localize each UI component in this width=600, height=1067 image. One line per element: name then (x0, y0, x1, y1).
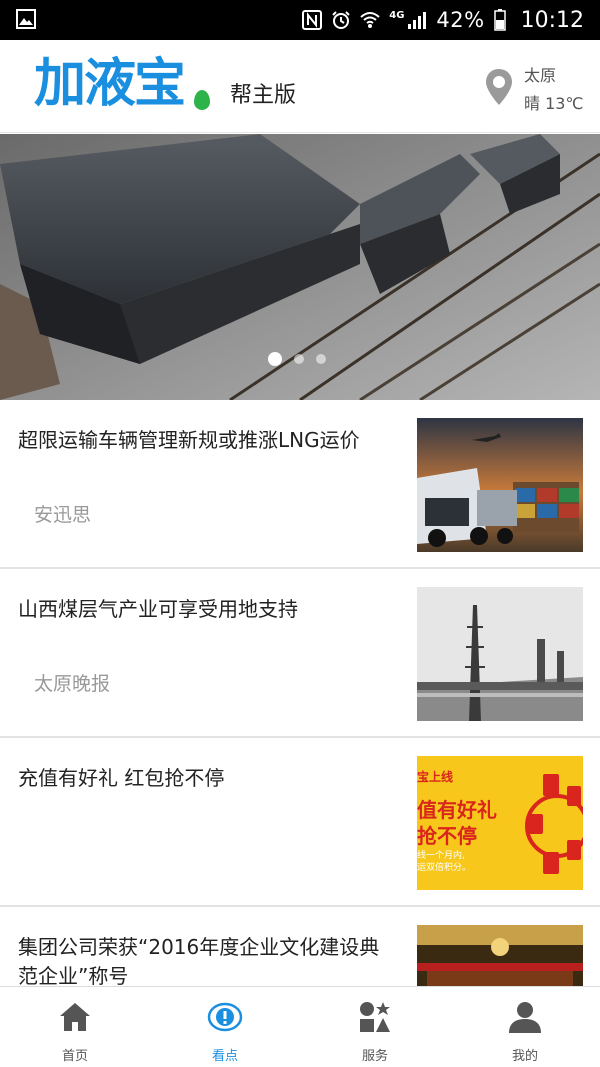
tab-label: 首页 (61, 1049, 88, 1064)
alarm-icon (332, 11, 350, 29)
promo-caption-line5: 运双倍积分。 (417, 863, 472, 873)
news-thumbnail: 宝上线 值有好礼 抢不停 线一个月内, 运双倍积分。 (417, 756, 583, 890)
carousel-dot-3[interactable] (316, 354, 326, 364)
wifi-icon (360, 12, 380, 28)
news-title: 山西煤层气产业可享受用地支持 (18, 597, 298, 621)
battery-icon (493, 9, 506, 31)
promo-caption-line2: 值有好礼 (417, 798, 497, 822)
tab-services[interactable]: 服务 (300, 987, 450, 1067)
logo-drop-icon (194, 90, 210, 110)
app-logo: 加液宝 (34, 54, 186, 114)
carousel-indicator[interactable] (268, 352, 326, 366)
news-list: 超限运输车辆管理新规或推涨LNG运价 安迅思 山西煤层气产业可享受用地支持 太原… (0, 400, 600, 1067)
tab-highlights[interactable]: 看点 (150, 987, 300, 1067)
nfc-icon (302, 10, 323, 30)
tab-label: 服务 (361, 1049, 388, 1064)
network-type-label: 4G (389, 9, 405, 21)
home-icon (60, 1003, 90, 1031)
promo-caption-line3: 抢不停 (417, 824, 477, 848)
industrial-thumbnail-image (417, 587, 583, 721)
news-thumbnail (417, 587, 583, 721)
status-bar: 4G 42% 10:12 (0, 0, 600, 40)
carousel-dot-2[interactable] (294, 354, 304, 364)
promo-caption-line1: 宝上线 (417, 770, 454, 784)
profile-icon (509, 1002, 541, 1033)
location-city[interactable]: 太原 (524, 62, 556, 86)
bottom-tab-bar: 首页 看点 服务 我的 (0, 986, 600, 1067)
news-item[interactable]: 充值有好礼 红包抢不停 宝上线 值有好礼 抢不停 线一个月内, 运双倍积分。 (0, 738, 600, 907)
news-source: 太原晚报 (34, 673, 111, 695)
tab-label: 我的 (511, 1049, 538, 1064)
carousel-dot-1[interactable] (268, 352, 282, 366)
news-title: 充值有好礼 红包抢不停 (18, 766, 225, 790)
news-thumbnail (417, 418, 583, 552)
gallery-notification-icon (16, 9, 36, 29)
tab-home[interactable]: 首页 (0, 987, 150, 1067)
services-icon (360, 1002, 390, 1032)
news-item[interactable]: 山西煤层气产业可享受用地支持 太原晚报 (0, 569, 600, 738)
news-title: 超限运输车辆管理新规或推涨LNG运价 (18, 428, 360, 452)
news-title: 集团公司荣获“2016年度企业文化建设典范企业”称号 (18, 935, 380, 988)
battery-percent: 42% (436, 8, 485, 32)
tab-label: 看点 (211, 1049, 238, 1064)
cell-signal-icon (408, 12, 427, 29)
news-source: 安迅思 (34, 504, 92, 526)
weather-readout: 晴 13℃ (524, 94, 584, 113)
edition-label: 帮主版 (230, 83, 297, 108)
tab-profile[interactable]: 我的 (450, 987, 600, 1067)
news-item[interactable]: 超限运输车辆管理新规或推涨LNG运价 安迅思 (0, 400, 600, 569)
truck-thumbnail-image (417, 418, 583, 552)
location-pin-icon[interactable] (483, 67, 515, 107)
highlights-icon (207, 1002, 243, 1032)
app-header: 加液宝 帮主版 太原 晴 13℃ (0, 40, 600, 133)
clock-time: 10:12 (520, 7, 584, 33)
